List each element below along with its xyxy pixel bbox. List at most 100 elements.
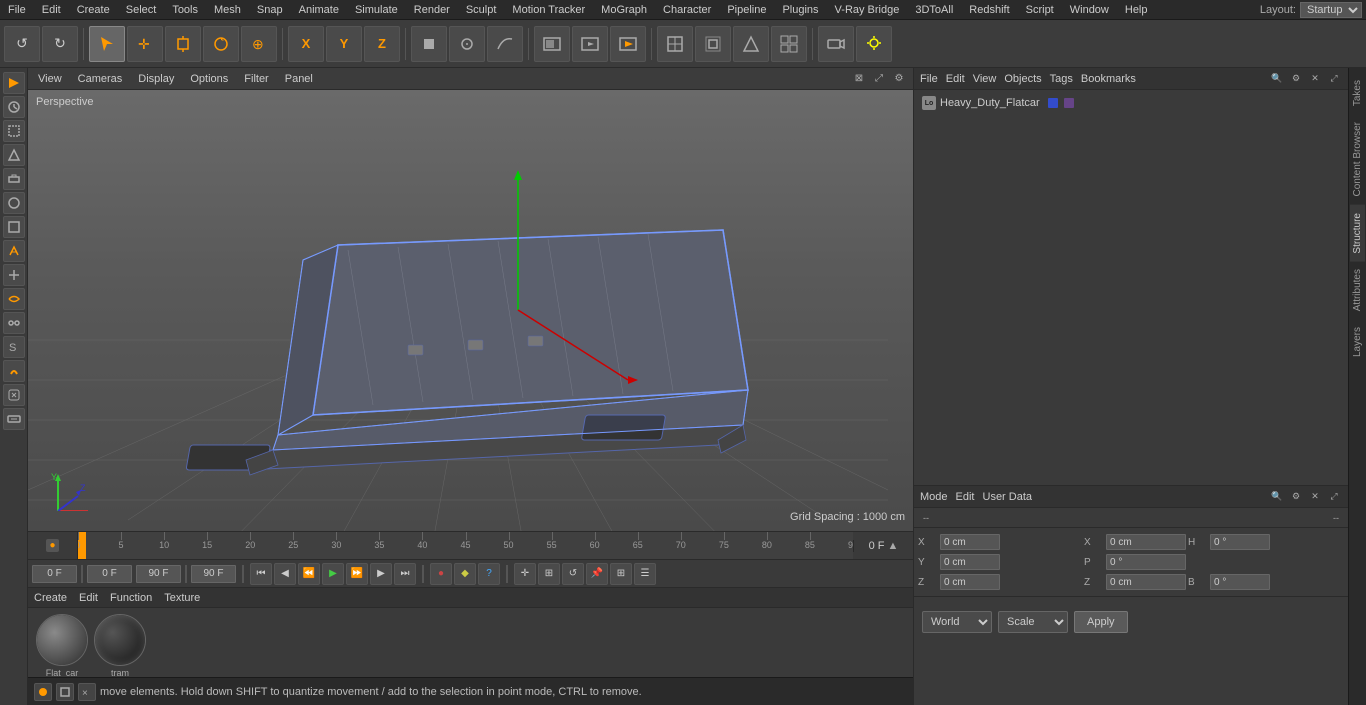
options-playback-button[interactable]: ☰	[634, 563, 656, 585]
sidebar-btn-2[interactable]	[3, 96, 25, 118]
end-frame-input[interactable]	[136, 565, 181, 583]
grid-playback-button[interactable]: ⊞	[610, 563, 632, 585]
play-forward-button[interactable]: ▶	[322, 563, 344, 585]
menu-edit[interactable]: Edit	[34, 2, 69, 18]
help-button[interactable]: ?	[478, 563, 500, 585]
attr-p-input[interactable]	[1106, 554, 1186, 570]
end-frame-input-2[interactable]	[191, 565, 236, 583]
mat-create-menu[interactable]: Create	[34, 592, 67, 604]
sidebar-btn-5[interactable]	[3, 168, 25, 190]
camera-button[interactable]	[818, 26, 854, 62]
sidebar-btn-13[interactable]	[3, 360, 25, 382]
menu-animate[interactable]: Animate	[291, 2, 347, 18]
vp-settings-icon[interactable]: ⚙	[891, 71, 907, 87]
sidebar-btn-3[interactable]	[3, 120, 25, 142]
attr-z1-input[interactable]	[940, 574, 1000, 590]
rotate-tool-button[interactable]	[203, 26, 239, 62]
attr-settings-icon[interactable]: ⚙	[1288, 489, 1304, 505]
attr-edit-menu[interactable]: Edit	[956, 491, 975, 503]
y-axis-button[interactable]: Y	[326, 26, 362, 62]
om-view-menu[interactable]: View	[973, 73, 997, 85]
om-search-icon[interactable]: 🔍	[1269, 71, 1285, 87]
material-ball-2[interactable]	[94, 614, 146, 666]
attr-tb-1[interactable]: --	[918, 510, 934, 526]
menu-plugins[interactable]: Plugins	[774, 2, 826, 18]
sidebar-btn-9[interactable]	[3, 264, 25, 286]
om-settings-icon[interactable]: ⚙	[1288, 71, 1304, 87]
om-expand-icon[interactable]: ⤢	[1326, 71, 1342, 87]
vtab-attributes[interactable]: Attributes	[1350, 261, 1365, 319]
om-close-icon[interactable]: ✕	[1307, 71, 1323, 87]
menu-mograph[interactable]: MoGraph	[593, 2, 655, 18]
menu-script[interactable]: Script	[1018, 2, 1062, 18]
vtab-structure[interactable]: Structure	[1350, 205, 1365, 262]
menu-simulate[interactable]: Simulate	[347, 2, 406, 18]
menu-create[interactable]: Create	[69, 2, 118, 18]
vp-arrows-icon[interactable]: ⤢	[871, 71, 887, 87]
sidebar-btn-4[interactable]	[3, 144, 25, 166]
quad-view-button[interactable]	[771, 26, 807, 62]
menu-snap[interactable]: Snap	[249, 2, 291, 18]
attr-h-input[interactable]	[1210, 534, 1270, 550]
menu-file[interactable]: File	[0, 2, 34, 18]
sidebar-btn-8[interactable]	[3, 240, 25, 262]
material-ball-1[interactable]	[36, 614, 88, 666]
menu-pipeline[interactable]: Pipeline	[719, 2, 774, 18]
light-button[interactable]	[856, 26, 892, 62]
menu-sculpt[interactable]: Sculpt	[458, 2, 505, 18]
next-step-button[interactable]: ⏩	[346, 563, 368, 585]
attr-b-input[interactable]	[1210, 574, 1270, 590]
sidebar-btn-6[interactable]	[3, 192, 25, 214]
render-button[interactable]	[610, 26, 646, 62]
move-playback-button[interactable]: ✛	[514, 563, 536, 585]
transform-tool-button[interactable]: ⊕	[241, 26, 277, 62]
redo-button[interactable]: ↻	[42, 26, 78, 62]
sidebar-btn-15[interactable]	[3, 408, 25, 430]
record-button[interactable]: ●	[430, 563, 452, 585]
attr-y1-input[interactable]	[940, 554, 1000, 570]
material-item-1[interactable]: Flat_car	[36, 614, 88, 678]
om-edit-menu[interactable]: Edit	[946, 73, 965, 85]
sidebar-btn-11[interactable]	[3, 312, 25, 334]
om-bookmarks-menu[interactable]: Bookmarks	[1081, 73, 1136, 85]
vp-menu-options[interactable]: Options	[186, 71, 232, 87]
right-view-button[interactable]	[695, 26, 731, 62]
vtab-layers[interactable]: Layers	[1350, 319, 1365, 365]
menu-render[interactable]: Render	[406, 2, 458, 18]
om-tags-menu[interactable]: Tags	[1050, 73, 1073, 85]
move-tool-button[interactable]: ✛	[127, 26, 163, 62]
pin-button[interactable]: 📌	[586, 563, 608, 585]
menu-select[interactable]: Select	[118, 2, 165, 18]
select-tool-button[interactable]	[89, 26, 125, 62]
vp-menu-cameras[interactable]: Cameras	[74, 71, 127, 87]
status-icon-2[interactable]	[56, 683, 74, 701]
next-frame-button[interactable]: ▶	[370, 563, 392, 585]
sidebar-btn-7[interactable]	[3, 216, 25, 238]
null-object-button[interactable]	[449, 26, 485, 62]
attr-search-icon[interactable]: 🔍	[1269, 489, 1285, 505]
object-row-flatcar[interactable]: Lo Heavy_Duty_Flatcar	[918, 94, 1344, 112]
x-axis-button[interactable]: X	[288, 26, 324, 62]
material-item-2[interactable]: tram	[94, 614, 146, 678]
spline-button[interactable]	[487, 26, 523, 62]
apply-button[interactable]: Apply	[1074, 611, 1128, 633]
attr-mode-menu[interactable]: Mode	[920, 491, 948, 503]
menu-character[interactable]: Character	[655, 2, 719, 18]
mat-texture-menu[interactable]: Texture	[164, 592, 200, 604]
vp-menu-panel[interactable]: Panel	[281, 71, 317, 87]
menu-window[interactable]: Window	[1062, 2, 1117, 18]
vp-menu-filter[interactable]: Filter	[240, 71, 272, 87]
keyframe-button[interactable]: ◆	[454, 563, 476, 585]
rotate-playback-button[interactable]: ↺	[562, 563, 584, 585]
attr-x2-input[interactable]	[1106, 534, 1186, 550]
scale-playback-button[interactable]: ⊞	[538, 563, 560, 585]
prev-frame-button[interactable]: ◀	[274, 563, 296, 585]
sidebar-btn-14[interactable]	[3, 384, 25, 406]
mat-edit-menu[interactable]: Edit	[79, 592, 98, 604]
om-objects-menu[interactable]: Objects	[1004, 73, 1041, 85]
menu-tools[interactable]: Tools	[164, 2, 206, 18]
vtab-takes[interactable]: Takes	[1350, 72, 1365, 114]
render-to-picture-button[interactable]	[572, 26, 608, 62]
vp-menu-view[interactable]: View	[34, 71, 66, 87]
timeline-ruler[interactable]: 051015202530354045505560657075808590	[78, 532, 853, 559]
